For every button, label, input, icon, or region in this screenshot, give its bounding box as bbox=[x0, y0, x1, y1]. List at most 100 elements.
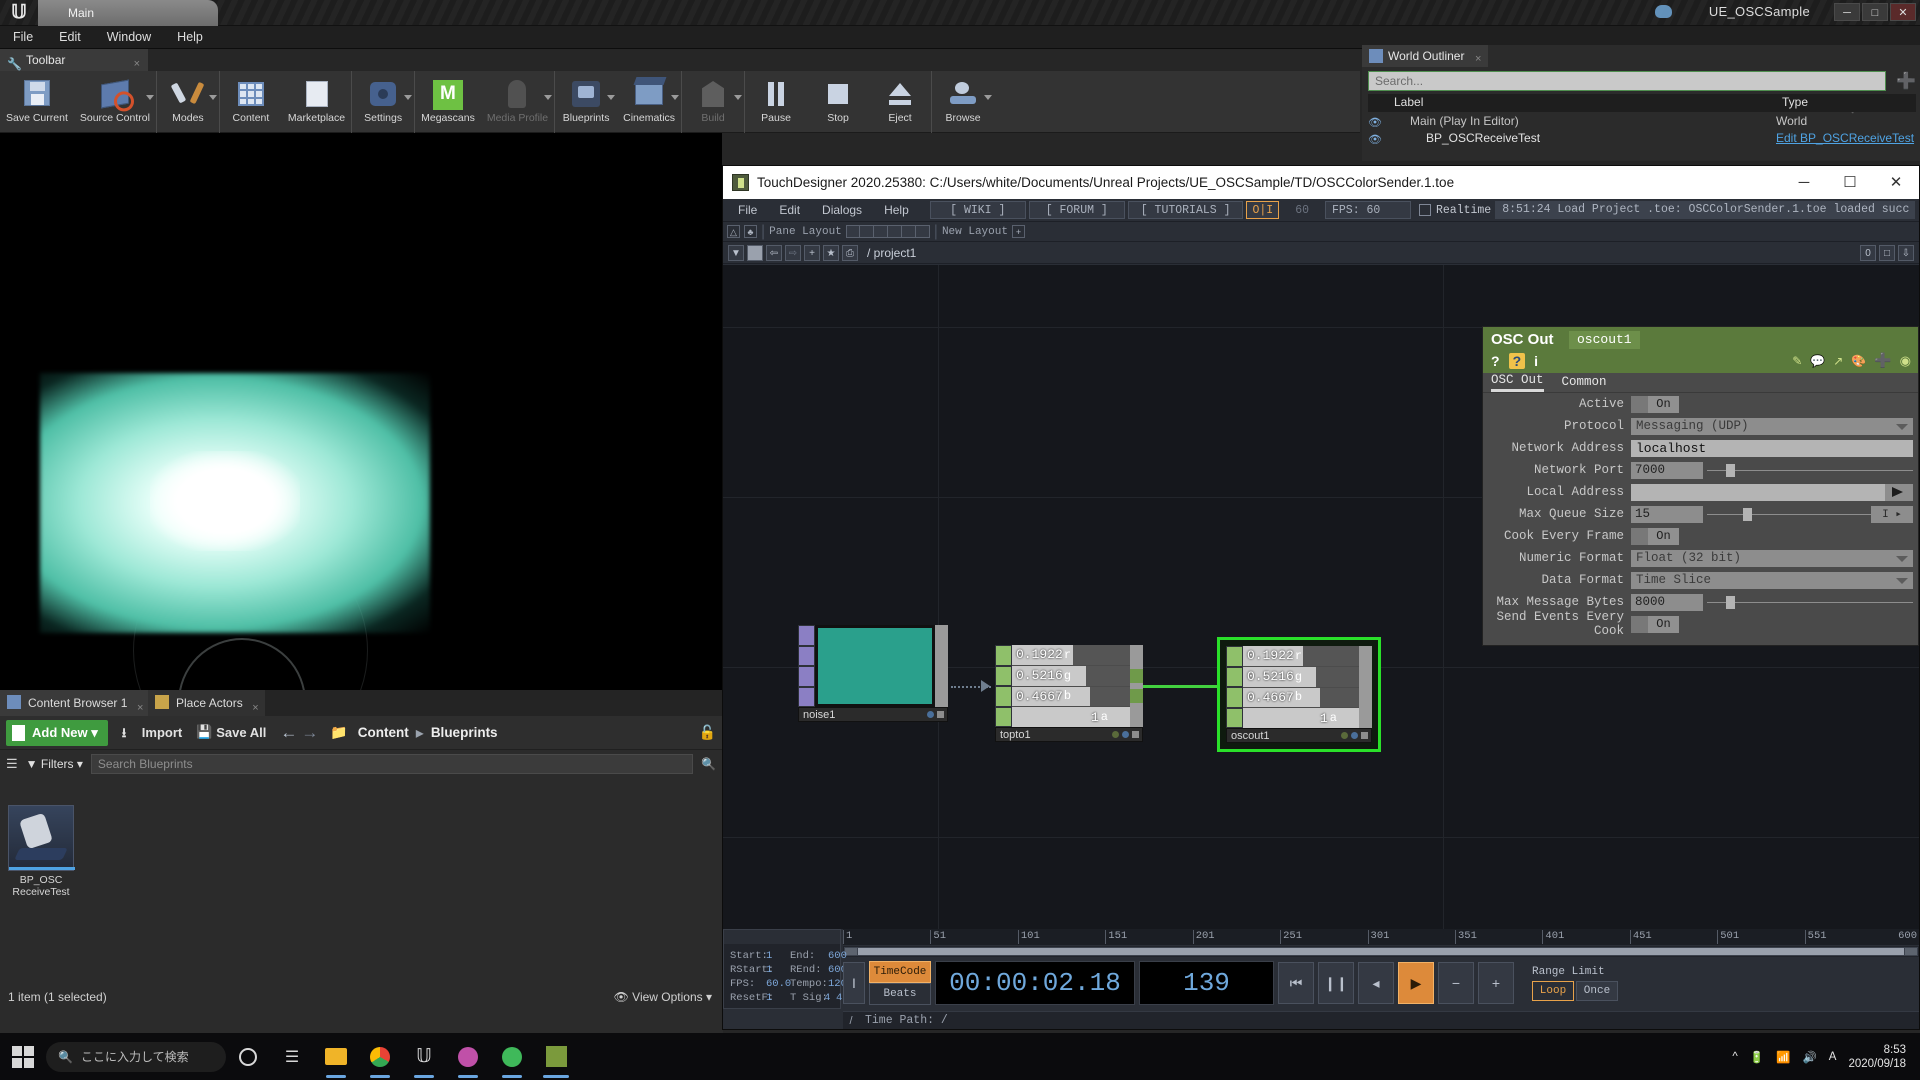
toolbar-eject[interactable]: Eject bbox=[869, 71, 931, 133]
comment-icon[interactable]: 💬 bbox=[1810, 354, 1825, 368]
toolbar-megascans[interactable]: Megascans bbox=[415, 71, 481, 133]
fit-view-icon[interactable]: □ bbox=[1879, 245, 1895, 261]
help-icon[interactable]: ? bbox=[1491, 353, 1500, 369]
start-value[interactable]: 1 bbox=[766, 950, 772, 962]
chevron-down-icon[interactable] bbox=[209, 95, 217, 100]
toolbar-modes[interactable]: Modes bbox=[157, 71, 219, 133]
toolbar-marketplace[interactable]: Marketplace bbox=[282, 71, 351, 133]
toolbar-media-profile[interactable]: Media Profile bbox=[481, 71, 554, 133]
level-viewport[interactable] bbox=[0, 133, 722, 690]
timeline-ruler[interactable]: 1 51 101 151 201 251 301 351 401 451 501 551 600 bbox=[843, 929, 1919, 945]
close-icon[interactable]: × bbox=[1475, 48, 1481, 70]
taskbar-green-app-icon[interactable] bbox=[490, 1033, 534, 1080]
split-pane-icon[interactable]: ♣ bbox=[744, 225, 757, 238]
parameter-text-input[interactable]: localhost bbox=[1631, 440, 1913, 457]
close-icon[interactable]: × bbox=[252, 695, 258, 721]
taskbar-chrome-icon[interactable] bbox=[358, 1033, 402, 1080]
pause-button[interactable]: ❙❙ bbox=[1318, 962, 1354, 1004]
fps-value[interactable]: 60.0 bbox=[766, 978, 791, 990]
column-type[interactable]: Type bbox=[1782, 95, 1808, 109]
zoom-level[interactable]: 0 bbox=[1860, 245, 1876, 261]
timecode-display[interactable]: 00:00:02.18 bbox=[935, 961, 1135, 1005]
add-new-button[interactable]: Add New ▾ bbox=[6, 720, 108, 746]
filters-button[interactable]: ▼ Filters ▾ bbox=[26, 757, 83, 771]
taskbar-task-view-icon[interactable]: ☰ bbox=[270, 1033, 314, 1080]
chevron-down-icon[interactable] bbox=[984, 95, 992, 100]
rstart-value[interactable]: 1 bbox=[766, 964, 772, 976]
outliner-row-main[interactable]: 👁 Main (Play In Editor) World bbox=[1368, 114, 1916, 131]
node-name-bar[interactable]: noise1 bbox=[798, 707, 948, 722]
target-icon[interactable]: ◉ bbox=[1900, 353, 1911, 369]
node-oscout1[interactable]: 0.1922 r 0.5216 g 0.4667 b 1 a oscout1 bbox=[1217, 637, 1381, 752]
node-flags[interactable] bbox=[995, 645, 1012, 727]
world-outliner-search-input[interactable]: Search... 🔍 bbox=[1368, 71, 1886, 91]
asset-tile-bp-osc-receive-test[interactable]: BP_OSC ReceiveTest bbox=[8, 805, 74, 898]
cloud-icon[interactable] bbox=[1655, 5, 1672, 18]
parameter-text-input[interactable] bbox=[1631, 484, 1885, 501]
td-menu-file[interactable]: File bbox=[727, 199, 768, 222]
taskbar-clock[interactable]: 8:53 2020/09/18 bbox=[1848, 1043, 1906, 1071]
node-topto1[interactable]: 0.1922 r 0.5216 g 0.4667 b 1 a topto1 bbox=[995, 645, 1143, 742]
parameter-slider[interactable] bbox=[1707, 506, 1871, 523]
parameter-number-input[interactable]: 8000 bbox=[1631, 594, 1703, 611]
tab-osc-out[interactable]: OSC Out bbox=[1491, 373, 1544, 392]
td-maximize-button[interactable]: ☐ bbox=[1827, 166, 1873, 199]
toolbar-blueprints[interactable]: Blueprints bbox=[555, 71, 617, 133]
palette-icon[interactable]: 🎨 bbox=[1851, 354, 1866, 368]
node-flags[interactable] bbox=[798, 625, 815, 707]
back-arrow-icon[interactable]: ← bbox=[280, 723, 297, 743]
toolbar-source-control[interactable]: Source Control bbox=[74, 71, 156, 133]
step-back-button[interactable]: ◂ bbox=[1358, 962, 1394, 1004]
close-icon[interactable]: × bbox=[137, 695, 143, 721]
toolbar-cinematics[interactable]: Cinematics bbox=[617, 71, 681, 133]
chevron-down-icon[interactable] bbox=[607, 95, 615, 100]
tab-common[interactable]: Common bbox=[1562, 375, 1607, 391]
range-once-button[interactable]: Once bbox=[1576, 981, 1618, 1001]
ime-indicator[interactable]: A bbox=[1829, 1051, 1837, 1063]
new-layout-label[interactable]: New Layout bbox=[942, 226, 1008, 238]
pane-menu-icon[interactable]: ▼ bbox=[728, 245, 744, 261]
parameter-dropdown[interactable]: Float (32 bit) bbox=[1631, 550, 1913, 567]
collapse-icon[interactable]: ⇩ bbox=[1898, 245, 1914, 261]
toolbar-save-current[interactable]: Save Current bbox=[0, 71, 74, 133]
menu-file[interactable]: File bbox=[0, 26, 46, 48]
plus-icon[interactable]: ➕ bbox=[1874, 352, 1891, 369]
menu-edit[interactable]: Edit bbox=[46, 26, 94, 48]
parameter-number-input[interactable]: 15 bbox=[1631, 506, 1703, 523]
forum-button[interactable]: [ FORUM ] bbox=[1029, 201, 1125, 219]
td-menu-edit[interactable]: Edit bbox=[768, 199, 811, 222]
help-yellow-icon[interactable]: ? bbox=[1509, 353, 1526, 369]
mode-beats[interactable]: Beats bbox=[869, 983, 931, 1005]
chevron-down-icon[interactable] bbox=[544, 95, 552, 100]
toolbar-content[interactable]: Content bbox=[220, 71, 282, 133]
node-noise1[interactable]: noise1 bbox=[798, 625, 948, 722]
forward-arrow-icon[interactable]: → bbox=[301, 723, 318, 743]
breadcrumb-blueprints[interactable]: Blueprints bbox=[431, 725, 498, 740]
bookmark-star-icon[interactable]: ★ bbox=[823, 245, 839, 261]
toolbar-stop[interactable]: Stop bbox=[807, 71, 869, 133]
current-path[interactable]: / project1 bbox=[867, 246, 916, 260]
up-level-icon[interactable]: + bbox=[804, 245, 820, 261]
time-path-field[interactable]: Time Path: / bbox=[859, 1011, 1919, 1029]
plus-button[interactable]: + bbox=[1478, 962, 1514, 1004]
new-layout-plus-icon[interactable]: + bbox=[1012, 225, 1025, 238]
eye-icon[interactable]: 👁 bbox=[1368, 116, 1381, 128]
tab-place-actors[interactable]: Place Actors × bbox=[148, 690, 265, 716]
home-pane-icon[interactable]: △ bbox=[727, 225, 740, 238]
save-pane-icon[interactable]: ⎙ bbox=[842, 245, 858, 261]
sources-toggle-icon[interactable]: ☰ bbox=[6, 756, 18, 772]
taskbar-cortana-icon[interactable] bbox=[226, 1033, 270, 1080]
maximize-button[interactable]: □ bbox=[1862, 3, 1888, 21]
export-icon[interactable]: ↗ bbox=[1833, 354, 1843, 368]
taskbar-media-app-icon[interactable] bbox=[446, 1033, 490, 1080]
editor-tab-main[interactable]: Main bbox=[38, 0, 218, 26]
toolbar-browse[interactable]: Browse bbox=[932, 71, 994, 133]
pane-layout-presets[interactable] bbox=[846, 225, 930, 238]
parameter-dropdown[interactable]: Time Slice bbox=[1631, 572, 1913, 589]
toolbar-build[interactable]: Build bbox=[682, 71, 744, 133]
tsig-value-1[interactable]: 4 bbox=[824, 992, 830, 1004]
save-all-button[interactable]: 💾 Save All bbox=[196, 725, 266, 740]
battery-icon[interactable]: 🔋 bbox=[1750, 1050, 1764, 1064]
breadcrumb-content[interactable]: Content bbox=[358, 725, 409, 740]
volume-icon[interactable]: 🔊 bbox=[1802, 1050, 1816, 1064]
